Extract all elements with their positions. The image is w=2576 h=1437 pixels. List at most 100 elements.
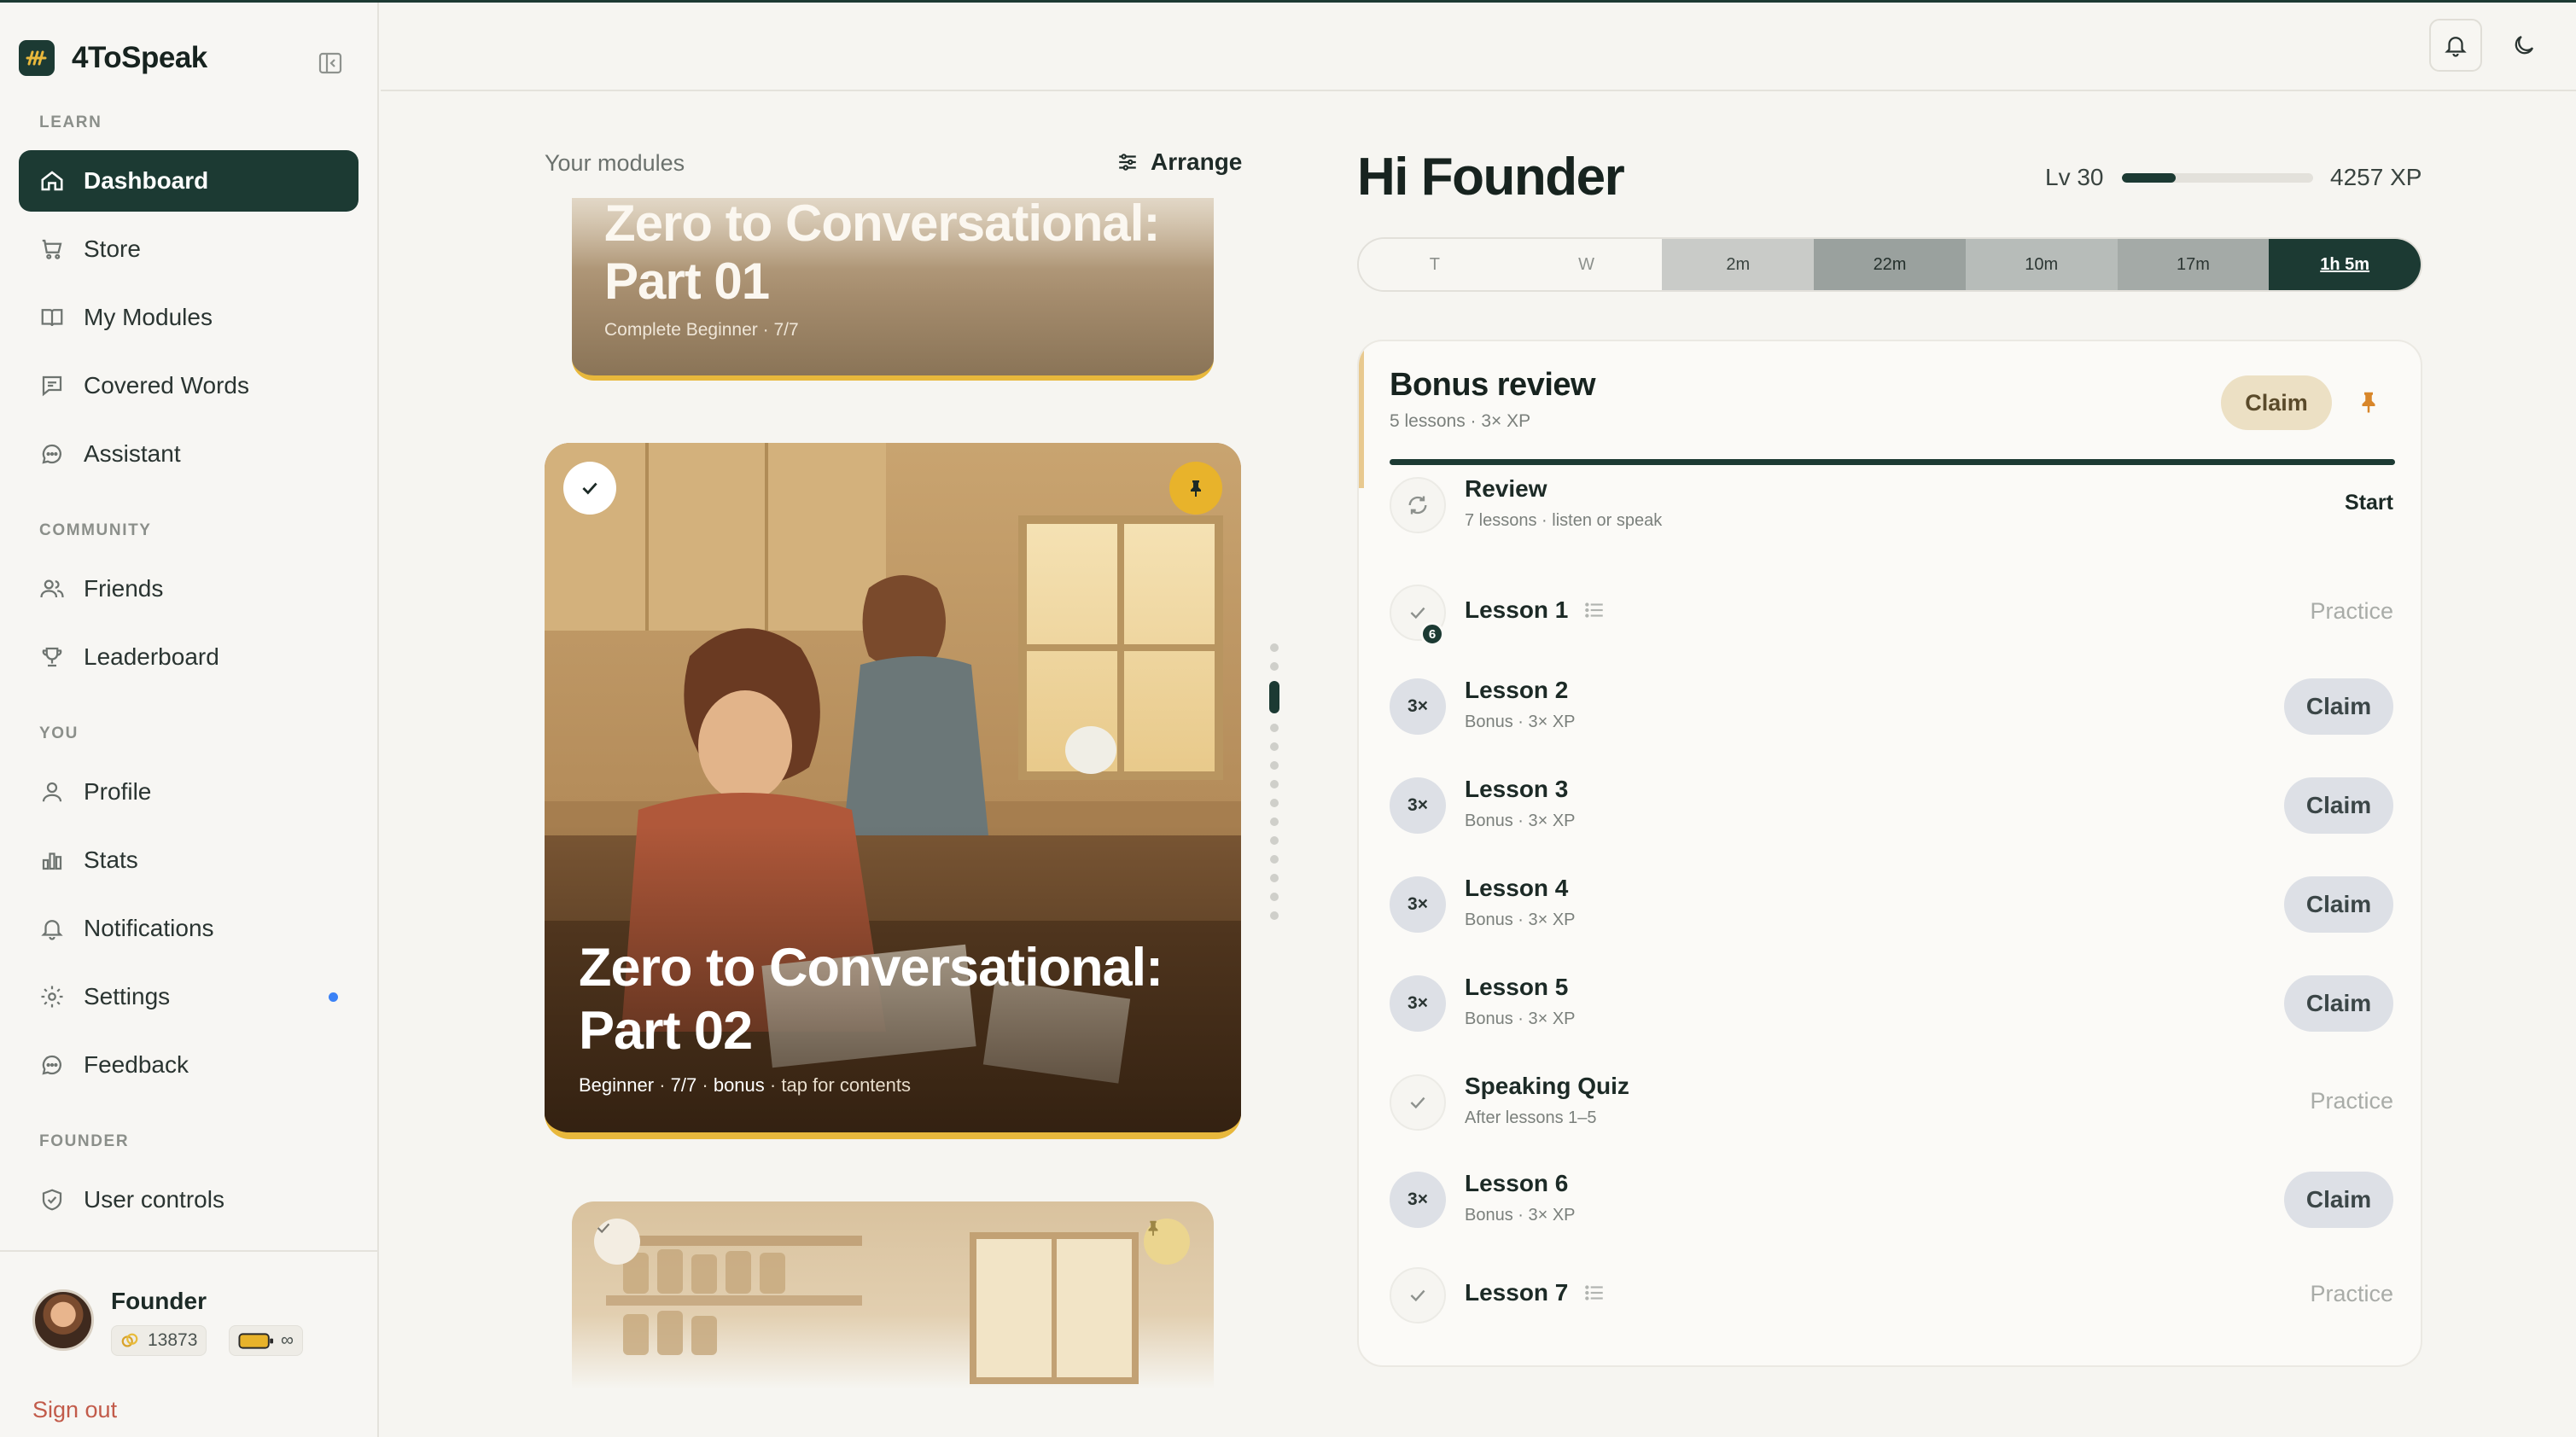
sidebar-item-friends[interactable]: Friends xyxy=(19,558,358,620)
pager-dot[interactable] xyxy=(1270,836,1279,845)
claim-bonus-button[interactable]: Claim xyxy=(2221,375,2332,430)
level-label: Lv 30 xyxy=(2045,164,2104,190)
sidebar-item-label: Assistant xyxy=(84,440,181,467)
lesson-title-text: Lesson 2 xyxy=(1465,677,1569,703)
bonus-multiplier-icon: 3× xyxy=(1390,975,1446,1032)
lesson-row[interactable]: Lesson 7 Practice xyxy=(1359,1248,2421,1342)
pager-dot[interactable] xyxy=(1270,799,1279,807)
start-button[interactable]: Start xyxy=(2345,491,2393,515)
claim-button[interactable]: Claim xyxy=(2284,678,2393,735)
module-progress: 7/7 xyxy=(773,320,799,340)
timeline-day: 2m xyxy=(1662,239,1815,290)
pin-icon[interactable] xyxy=(2356,389,2381,415)
sidebar-item-label: Profile xyxy=(84,778,152,805)
sidebar-item-stats[interactable]: Stats xyxy=(19,829,358,891)
avatar[interactable] xyxy=(32,1289,94,1351)
lesson-title-text: Lesson 4 xyxy=(1465,875,1569,901)
sidebar-item-user-controls[interactable]: User controls xyxy=(19,1169,358,1230)
timeline-day: 10m xyxy=(1965,239,2118,290)
list-icon[interactable] xyxy=(1583,1282,1606,1304)
brand[interactable]: 4ToSpeak xyxy=(19,40,207,76)
pager-dot[interactable] xyxy=(1270,911,1279,920)
lesson-title: Review xyxy=(1465,475,1547,503)
pin-icon[interactable] xyxy=(1169,462,1222,515)
bonus-subtitle: 5 lessons · 3× XP xyxy=(1390,411,1531,431)
sidebar-item-assistant[interactable]: Assistant xyxy=(19,423,358,485)
practice-button[interactable]: Practice xyxy=(2310,1088,2393,1114)
trophy-icon xyxy=(42,647,62,667)
sidebar-item-feedback[interactable]: Feedback xyxy=(19,1034,358,1096)
coin-icon xyxy=(121,1333,138,1347)
lesson-row[interactable]: 3× Lesson 4 Bonus · 3× XP Claim xyxy=(1359,858,2421,951)
module-level: Complete Beginner xyxy=(604,320,758,340)
app-logo xyxy=(19,40,55,76)
sidebar-item-covered-words[interactable]: Covered Words xyxy=(19,355,358,416)
lesson-row[interactable]: 3× Lesson 3 Bonus · 3× XP Claim xyxy=(1359,759,2421,852)
module-card[interactable] xyxy=(572,1201,1214,1389)
sidebar-item-store[interactable]: Store xyxy=(19,218,358,280)
module-level: Beginner xyxy=(579,1074,655,1096)
module-card-meta: Complete Beginner · 7/7 xyxy=(604,320,799,340)
arrange-label: Arrange xyxy=(1151,148,1243,175)
claim-button[interactable]: Claim xyxy=(2284,777,2393,834)
pager-dot-active[interactable] xyxy=(1269,681,1279,713)
sidebar: 4ToSpeak LEARN Dashboard Store My Module… xyxy=(0,3,379,1437)
sidebar-item-label: User controls xyxy=(84,1186,224,1213)
moon-icon xyxy=(2515,35,2534,55)
energy-value: ∞ xyxy=(281,1330,294,1350)
claim-button[interactable]: Claim xyxy=(2284,876,2393,933)
list-icon[interactable] xyxy=(1583,599,1606,621)
lesson-row[interactable]: 3× Lesson 5 Bonus · 3× XP Claim xyxy=(1359,957,2421,1050)
bonus-title: Bonus review xyxy=(1390,367,1596,403)
collapse-sidebar-icon[interactable] xyxy=(318,50,343,76)
module-card[interactable]: Zero to Conversational: Part 01 Complete… xyxy=(572,198,1214,381)
sliders-icon xyxy=(1119,154,1136,171)
practice-button[interactable]: Practice xyxy=(2310,1281,2393,1307)
timeline-day: 22m xyxy=(1814,239,1966,290)
section-label-founder: FOUNDER xyxy=(39,1132,130,1150)
activity-timeline: T W 2m 22m 10m 17m 1h 5m xyxy=(1357,237,2422,292)
pager-dot[interactable] xyxy=(1270,817,1279,826)
users-icon xyxy=(40,579,64,598)
bell-icon xyxy=(41,920,63,940)
module-card-title-line: Zero to Conversational: xyxy=(604,198,1160,252)
pager-dot[interactable] xyxy=(1270,662,1279,671)
pager-dot[interactable] xyxy=(1270,761,1279,770)
lesson-title-text: Lesson 1 xyxy=(1465,596,1569,623)
lesson-row[interactable]: Speaking Quiz After lessons 1–5 Practice xyxy=(1359,1056,2421,1149)
lesson-row[interactable]: 3× Lesson 2 Bonus · 3× XP Claim xyxy=(1359,660,2421,753)
claim-button[interactable]: Claim xyxy=(2284,975,2393,1032)
pager-dot[interactable] xyxy=(1270,780,1279,788)
practice-button[interactable]: Practice xyxy=(2310,598,2393,625)
lesson-row[interactable]: Review 7 lessons · listen or speak Start xyxy=(1359,458,2421,552)
lesson-title-text: Lesson 3 xyxy=(1465,776,1569,802)
sidebar-item-leaderboard[interactable]: Leaderboard xyxy=(19,626,358,688)
pager-dot[interactable] xyxy=(1270,874,1279,882)
sidebar-item-dashboard[interactable]: Dashboard xyxy=(19,150,358,212)
module-pager[interactable] xyxy=(1268,643,1280,930)
pager-dot[interactable] xyxy=(1270,855,1279,864)
sidebar-item-notifications[interactable]: Notifications xyxy=(19,898,358,959)
lesson-title: Lesson 5 xyxy=(1465,974,1568,1001)
theme-toggle-button[interactable] xyxy=(2497,19,2550,72)
sign-out-link[interactable]: Sign out xyxy=(32,1397,117,1423)
sidebar-item-label: Feedback xyxy=(84,1051,189,1078)
module-card-title-line: Part 01 xyxy=(604,253,770,310)
module-card-current[interactable]: Zero to Conversational: Part 02 Beginner… xyxy=(545,443,1241,1139)
pin-icon[interactable] xyxy=(1144,1219,1190,1265)
lesson-subtitle: Bonus · 3× XP xyxy=(1465,812,1576,830)
lesson-row[interactable]: 3× Lesson 6 Bonus · 3× XP Claim xyxy=(1359,1153,2421,1247)
sidebar-item-my-modules[interactable]: My Modules xyxy=(19,287,358,348)
pager-dot[interactable] xyxy=(1270,724,1279,732)
pager-dot[interactable] xyxy=(1270,643,1279,652)
sidebar-item-settings[interactable]: Settings xyxy=(19,966,358,1027)
lesson-row[interactable]: 6 Lesson 1 Practice xyxy=(1359,566,2421,660)
notifications-button[interactable] xyxy=(2429,19,2482,72)
pager-dot[interactable] xyxy=(1270,893,1279,901)
section-label-you: YOU xyxy=(39,724,79,742)
pager-dot[interactable] xyxy=(1270,742,1279,751)
claim-button[interactable]: Claim xyxy=(2284,1172,2393,1228)
sidebar-item-profile[interactable]: Profile xyxy=(19,761,358,823)
arrange-button[interactable]: Arrange xyxy=(1116,148,1242,176)
completed-check-icon xyxy=(563,462,616,515)
